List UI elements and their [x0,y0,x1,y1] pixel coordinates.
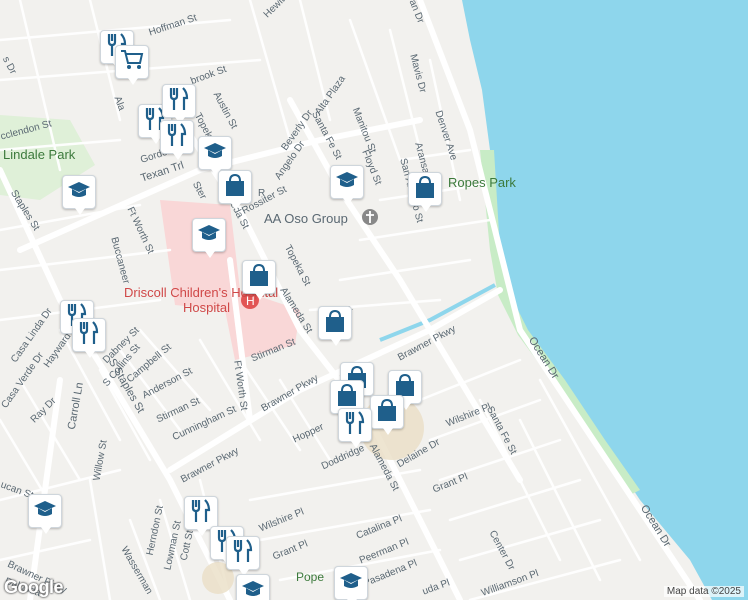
street-label: Alameda St [366,442,401,493]
shopping-bag-icon [224,173,246,202]
poi-pin[interactable] [370,395,404,435]
street-label: Herndon St [144,504,166,557]
place-label-hospital-line2: Hospital [183,300,230,315]
street-label: Ft Worth St [231,359,250,412]
street-label: Ocean Dr [525,334,562,382]
poi-pin[interactable] [160,120,194,160]
street-label: s Dr [0,54,19,77]
poi-pin[interactable] [62,175,96,215]
street-label: Santa Fe St [484,404,519,457]
poi-pin[interactable] [236,574,270,600]
street-label: Santa Fe St [309,109,344,162]
shopping-bag-icon [248,263,270,292]
school-icon [339,571,363,596]
street-label: Brawner Pkwy [179,445,241,486]
street-label: Ster [190,179,209,202]
street-label: cclendon St [0,118,53,143]
street-label: R [258,188,266,199]
street-label: Austin St [210,90,240,131]
street-label: Topeka St [281,243,313,288]
street-label: Ala [111,94,127,113]
street-label: uda Pl [420,577,452,598]
restaurant-icon [190,498,212,529]
street-label: Denver Ave [432,109,459,162]
street-label: Williamson Pl [479,568,541,599]
map-canvas[interactable]: H Hoffman St Hewit an Dr Mavis Dr Denver… [0,0,748,600]
place-label-pope: Pope [296,570,325,584]
street-label: Hayward [41,331,74,370]
street-label: Staples St [8,188,42,233]
street-label: Carroll Ln [65,381,86,431]
map-attribution[interactable]: Map data ©2025 [663,586,744,597]
street-label: Wilshire Pl [257,506,306,535]
street-label: Center Dr [486,528,517,573]
poi-pin[interactable] [338,408,372,448]
poi-pin[interactable] [318,306,352,346]
restaurant-icon [78,320,100,351]
restaurant-icon [168,86,190,117]
school-icon [335,170,359,195]
shopping-cart-icon [120,49,144,76]
school-icon [33,499,57,524]
school-icon [197,223,221,248]
poi-pin[interactable] [408,172,442,212]
shopping-bag-icon [324,309,346,338]
poi-pin[interactable] [162,84,196,124]
restaurant-icon [232,538,254,569]
street-label: Hewit [261,0,288,21]
poi-pin[interactable] [330,165,364,205]
street-label: Ft Worth St [124,205,156,256]
street-label: Grant Pl [431,471,470,496]
google-logo: Google [4,577,64,597]
street-labels: Hoffman St Hewit an Dr Mavis Dr Denver A… [0,0,748,600]
street-label: brook St [189,63,229,88]
street-label: Hoffman St [147,12,199,39]
place-label-ropes-park: Ropes Park [448,175,516,190]
street-label: Delaine Dr [395,436,442,471]
street-label: Mavis Dr [407,53,429,94]
poi-pin[interactable] [218,170,252,210]
street-label: Hopper [291,421,326,446]
street-label: Cott St [178,529,196,562]
street-label: Casa Verde Dr [0,350,47,411]
street-label: Alameda St [277,285,315,336]
street-label: Grant Pl [271,538,310,563]
place-label-aa-oso: AA Oso Group [264,211,348,226]
street-label: Ocean Dr [637,502,674,550]
street-label: Wilshire Pl [444,401,493,430]
poi-pin[interactable] [334,566,368,600]
poi-pin[interactable] [28,494,62,534]
school-icon [67,180,91,205]
street-label: Manitou St [349,106,378,155]
place-label-lindale-park: Lindale Park [3,147,76,162]
poi-pin[interactable] [72,318,106,358]
street-label: Stirman St [249,336,298,365]
poi-pin[interactable] [115,45,149,85]
street-label: Lowman St [162,519,184,572]
poi-pin[interactable] [242,260,276,300]
street-label: Buccaneer [108,235,132,286]
street-label: Brawner Pkwy [259,372,321,415]
restaurant-icon [344,410,366,441]
restaurant-icon [166,122,188,153]
school-icon [203,141,227,166]
school-icon [241,579,265,600]
street-label: Willow St [91,439,110,482]
street-label: Brawner Pkwy [396,323,458,364]
poi-pin[interactable] [226,536,260,576]
street-label: Ray Dr [28,395,59,426]
street-label: an Dr [406,0,426,25]
poi-pin[interactable] [184,496,218,536]
poi-pin[interactable] [198,136,232,176]
shopping-bag-icon [376,398,398,427]
street-label: Catalina Pl [354,513,404,542]
poi-pin[interactable] [192,218,226,258]
shopping-bag-icon [414,175,436,204]
